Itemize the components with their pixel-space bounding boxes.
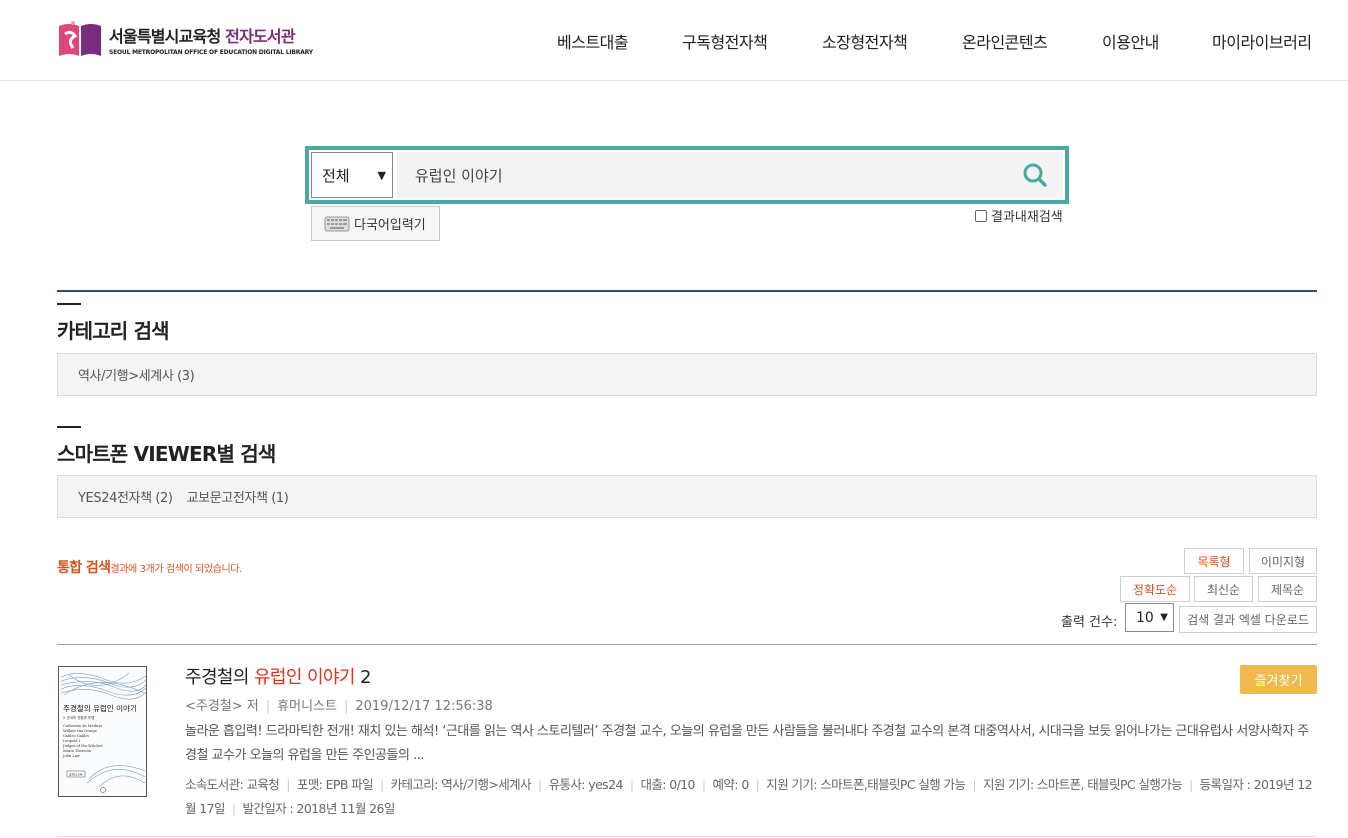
svg-text:Leopold I: Leopold I [63, 739, 81, 743]
keyboard-icon [324, 216, 350, 231]
main-nav: 베스트대출 구독형전자책 소장형전자책 온라인콘텐츠 이용안내 마이라이브러리 [0, 29, 1348, 53]
output-count-label: 출력 건수: [1061, 615, 1118, 630]
site-header: 서울특별시교육청 전자도서관 SEOUL METROPOLITAN OFFICE… [0, 0, 1348, 81]
info-published-date: 발간일자 : 2018년 11월 26일 [242, 801, 396, 816]
book-info: 소속도서관: 교육청 | 포맷: EPB 파일 | 카테고리: 역사/기행>세계사 | 유통… [185, 777, 1313, 816]
nav-online-contents[interactable]: 온라인콘텐츠 [962, 29, 1048, 53]
output-count-select[interactable]: 10 ▼ [1125, 603, 1174, 632]
chevron-down-icon: ▼ [377, 169, 386, 182]
multilang-keyboard-button[interactable]: 다국어입력기 [311, 206, 440, 241]
excel-download-button[interactable]: 검색 결과 엑셀 다운로드 [1179, 606, 1317, 633]
book-publisher: 휴머니스트 [277, 699, 337, 714]
category-facet-world-history[interactable]: 역사/기행>세계사 (3) [78, 365, 195, 384]
cover-publisher: 휴머니스트 [69, 772, 83, 777]
result-list-top-line [57, 644, 1317, 645]
book-author[interactable]: <주경철> 저 [185, 699, 259, 714]
info-devices-2: 지원 기기: 스마트폰, 태블릿PC 실행가능 [982, 777, 1183, 792]
result-summary: 통합 검색결과에 3개가 검색이 되었습니다. [57, 560, 242, 576]
search-scope-value: 전체 [322, 166, 350, 185]
section-divider [57, 290, 1317, 292]
svg-text:Catherine de Médicis: Catherine de Médicis [63, 724, 102, 728]
viewer-section-title: 스마트폰 VIEWER별 검색 [57, 442, 276, 466]
sort-accuracy-button[interactable]: 정확도순 [1120, 576, 1190, 602]
viewer-facet-box: YES24전자책 (2) 교보문고전자책 (1) [57, 475, 1317, 518]
nav-subscription-ebooks[interactable]: 구독형전자책 [682, 29, 768, 53]
book-cover-image[interactable]: 주경철의 유럽인 이야기 2 근대의 전환과 투쟁 Catherine de M… [58, 666, 147, 797]
info-format: 포맷: EPB 파일 [296, 777, 374, 792]
result-item-divider [57, 836, 1317, 837]
favorite-button[interactable]: 즐겨찾기 [1240, 665, 1317, 694]
section-mark [57, 303, 81, 305]
info-distributor: 유통사: yes24 [548, 777, 624, 792]
category-section-title: 카테고리 검색 [57, 319, 170, 343]
book-description: 놀라운 흡입력! 드라마틱한 전개! 재치 있는 해석! ‘근대를 읽는 역사 … [185, 724, 1309, 763]
info-reservations: 예약: 0 [712, 777, 750, 792]
info-library: 소속도서관: 교육청 [185, 777, 280, 792]
viewer-facet-kyobo[interactable]: 교보문고전자책 (1) [187, 487, 289, 506]
cover-title: 주경철의 유럽인 이야기 [63, 703, 137, 713]
output-count-value: 10 [1136, 609, 1154, 626]
book-datetime: 2019/12/17 12:56:38 [355, 699, 493, 714]
category-facet-box: 역사/기행>세계사 (3) [57, 353, 1317, 396]
nav-best-loans[interactable]: 베스트대출 [557, 29, 629, 53]
sort-latest-button[interactable]: 최신순 [1194, 576, 1253, 602]
view-list-button[interactable]: 목록형 [1184, 548, 1244, 574]
keyboard-button-label: 다국어입력기 [354, 218, 426, 233]
svg-text:Maria Theresia: Maria Theresia [63, 749, 92, 753]
svg-text:John Law: John Law [62, 754, 81, 758]
svg-text:Galileo Galilei: Galileo Galilei [63, 734, 89, 738]
search-icon [1023, 163, 1047, 187]
info-category: 카테고리: 역사/기행>세계사 [390, 777, 532, 792]
info-loans: 대출: 0/10 [640, 777, 695, 792]
nav-my-library[interactable]: 마이라이브러리 [1212, 29, 1312, 53]
book-meta: <주경철> 저 | 휴머니스트 | 2019/12/17 12:56:38 [185, 699, 493, 714]
search-within-label: 결과내재검색 [991, 210, 1063, 225]
book-title[interactable]: 주경철의 유럽인 이야기 2 [185, 663, 371, 689]
search-within-results[interactable]: 결과내재검색 [975, 206, 1063, 225]
search-within-checkbox[interactable] [975, 209, 987, 222]
search-box: 전체 ▼ 유럽인 이야기 [305, 146, 1069, 204]
nav-owned-ebooks[interactable]: 소장형전자책 [822, 29, 908, 53]
info-devices: 지원 기기: 스마트폰,태블릿PC 실행 가능 [766, 777, 966, 792]
search-scope-select[interactable]: 전체 ▼ [311, 152, 393, 198]
view-image-button[interactable]: 이미지형 [1249, 548, 1317, 574]
svg-text:Judges of the Witches: Judges of the Witches [62, 744, 103, 748]
chevron-down-icon: ▼ [1160, 612, 1168, 623]
sort-title-button[interactable]: 제목순 [1258, 576, 1317, 602]
cover-subtitle: 2 근대의 전환과 투쟁 [63, 715, 94, 720]
search-input[interactable]: 유럽인 이야기 [397, 152, 1007, 198]
nav-usage-guide[interactable]: 이용안내 [1102, 29, 1159, 53]
search-button[interactable] [1007, 152, 1063, 198]
section-mark [57, 426, 81, 428]
svg-text:Willem van Oranje: Willem van Oranje [63, 729, 97, 733]
viewer-facet-yes24[interactable]: YES24전자책 (2) [78, 487, 173, 506]
